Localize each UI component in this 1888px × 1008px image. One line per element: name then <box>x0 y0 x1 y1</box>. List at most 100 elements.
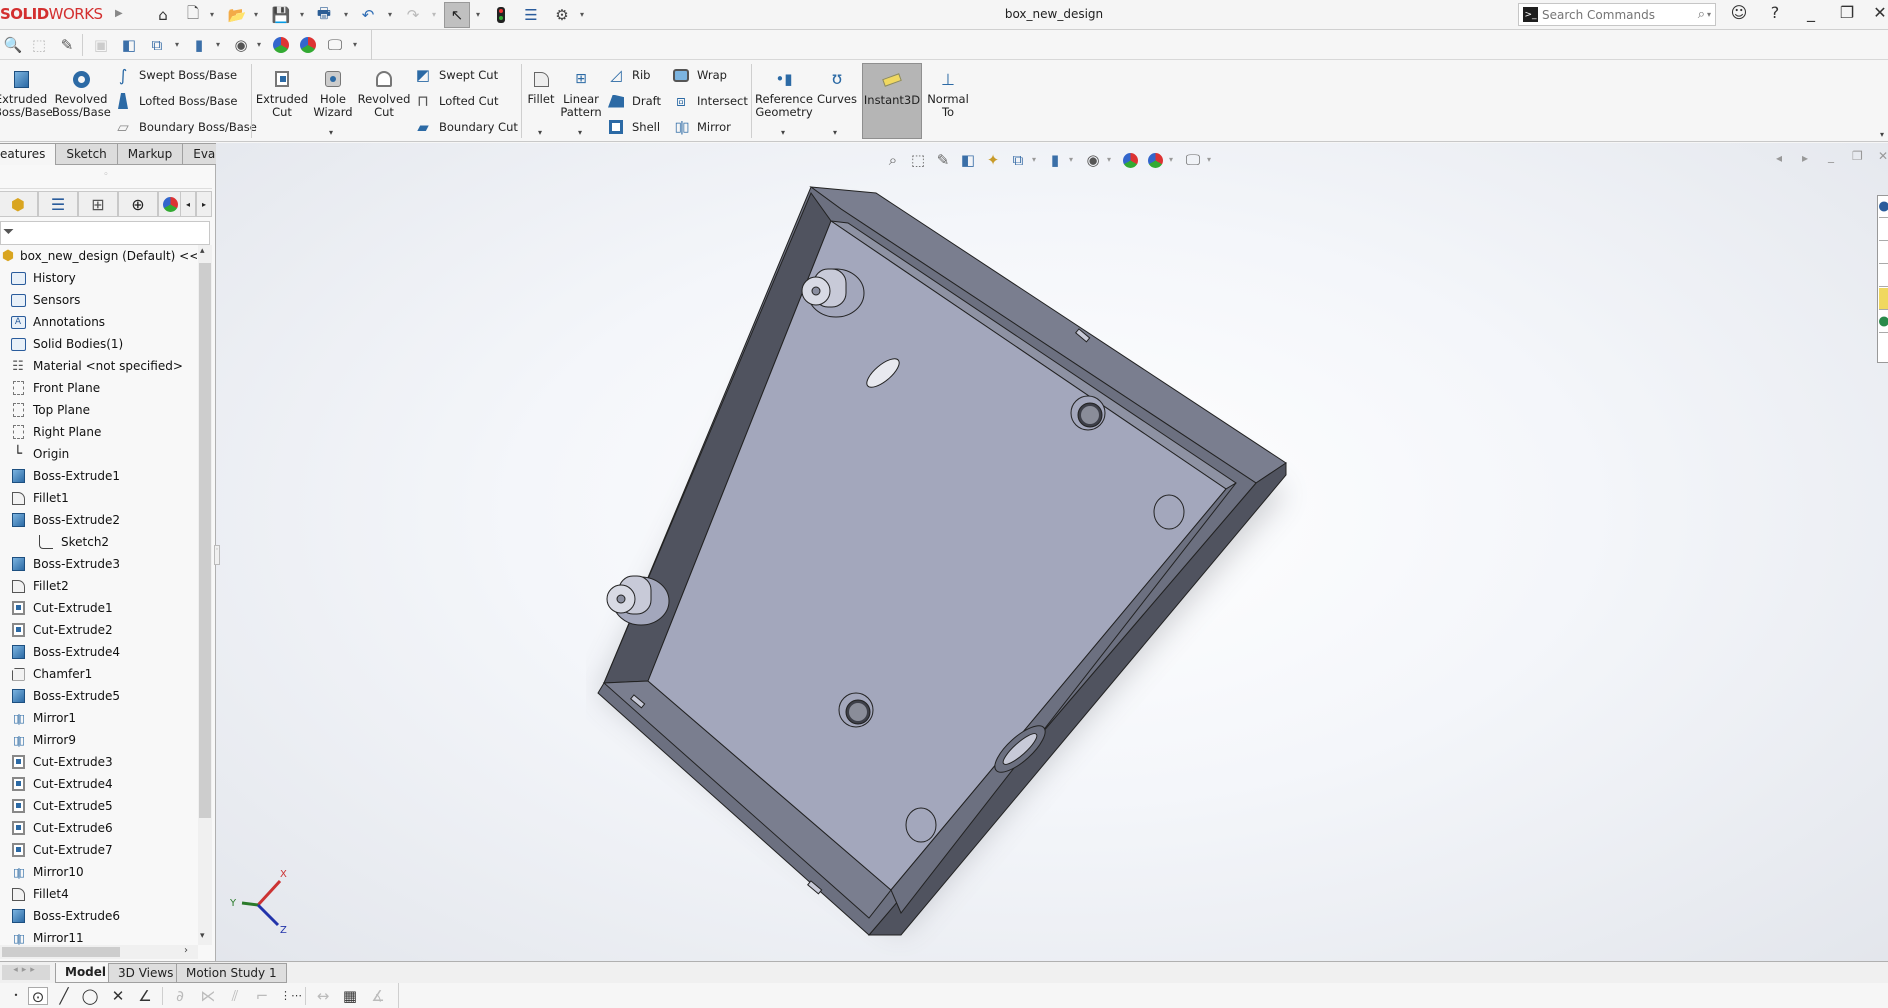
panel-collapse-handle[interactable]: ◦ <box>0 165 212 189</box>
tree-item[interactable]: Solid Bodies(1) <box>0 333 197 355</box>
view-settings-icon[interactable]: 🖵 <box>1182 149 1204 171</box>
mirror-button[interactable]: ▯|▯ Mirror <box>671 116 731 138</box>
tree-item[interactable]: └ Origin <box>0 443 197 465</box>
tree-item[interactable]: ▯|▯ Mirror10 <box>0 861 197 883</box>
scroll-down-arrow[interactable]: ▾ <box>200 931 205 941</box>
tree-item[interactable]: Front Plane <box>0 377 197 399</box>
curves-dropdown[interactable]: ▾ <box>833 128 837 137</box>
corner-rectangle-icon[interactable]: ⌐ <box>252 987 272 1005</box>
apply-scene-dropdown[interactable]: ▾ <box>1169 155 1173 164</box>
instant3d-button[interactable]: Instant3D <box>862 63 922 139</box>
display-manager-tab[interactable] <box>158 191 182 217</box>
apply-scene-icon[interactable] <box>1144 149 1166 171</box>
box-3d-model[interactable] <box>586 183 1526 983</box>
zoom-to-area-icon[interactable]: ⬚ <box>28 34 50 56</box>
mirror-entities-icon[interactable]: ⋉ <box>198 987 218 1005</box>
hide-show-items-icon[interactable]: ◉ <box>1082 149 1104 171</box>
tree-item[interactable]: Cut-Extrude3 <box>0 751 197 773</box>
tree-item[interactable]: Fillet2 <box>0 575 197 597</box>
section-view-icon[interactable]: ◧ <box>957 149 979 171</box>
fillet-button[interactable]: Fillet <box>524 68 558 106</box>
viewport-prev-icon[interactable]: ◂ <box>1776 151 1782 165</box>
tree-item[interactable]: Cut-Extrude5 <box>0 795 197 817</box>
shell-button[interactable]: Shell <box>606 116 660 138</box>
view-settings-dropdown[interactable]: ▾ <box>1207 155 1211 164</box>
revolved-cut-button[interactable]: Revolved Cut <box>357 68 411 119</box>
line-icon[interactable]: ╱ <box>54 987 74 1005</box>
tree-item[interactable]: Sketch2 <box>0 531 197 553</box>
viewport-next-icon[interactable]: ▸ <box>1802 151 1808 165</box>
tree-item[interactable]: Boss-Extrude5 <box>0 685 197 707</box>
tree-item[interactable]: Chamfer1 <box>0 663 197 685</box>
viewport-minimize-icon[interactable]: _ <box>1828 149 1834 163</box>
linear-pattern-dropdown[interactable]: ▾ <box>578 128 582 137</box>
zoom-to-area-icon[interactable]: ⬚ <box>907 149 929 171</box>
tab-model[interactable]: Model <box>55 963 117 983</box>
scroll-up-arrow[interactable]: ▴ <box>200 246 205 256</box>
fillet-dropdown[interactable]: ▾ <box>538 128 542 137</box>
search-commands-box[interactable]: >_ ⌕ ▾ <box>1518 3 1716 26</box>
apply-scene-icon[interactable] <box>297 34 319 56</box>
view-settings-icon[interactable]: 🖵 <box>324 34 346 56</box>
search-icon[interactable]: ⌕ <box>1698 7 1705 22</box>
hole-wizard-dropdown[interactable]: ▾ <box>329 128 333 137</box>
custom-properties-tab[interactable] <box>1879 311 1888 333</box>
section-view-disabled-icon[interactable]: ▣ <box>90 34 112 56</box>
hole-wizard-button[interactable]: Hole Wizard <box>308 68 358 119</box>
grid-icon[interactable]: ▦ <box>340 987 360 1005</box>
viewport-close-icon[interactable]: ✕ <box>1878 149 1888 163</box>
tree-item[interactable]: Cut-Extrude1 <box>0 597 197 619</box>
extruded-cut-button[interactable]: Extruded Cut <box>255 68 309 119</box>
tree-root-part[interactable]: ⬢ box_new_design (Default) <<Defau <box>0 245 197 267</box>
dynamic-annotation-icon[interactable]: ✦ <box>982 149 1004 171</box>
revolved-boss-base-button[interactable]: Revolved Boss/Base <box>52 68 111 119</box>
tree-item[interactable]: ▯|▯ Mirror1 <box>0 707 197 729</box>
horizontal-scroll-thumb[interactable] <box>2 947 120 957</box>
trim-icon[interactable]: ✕ <box>108 987 128 1005</box>
extruded-boss-base-button[interactable]: ExtrudedBoss/Base <box>0 68 53 119</box>
lofted-cut-button[interactable]: ⊓ Lofted Cut <box>413 90 498 112</box>
tab-sketch[interactable]: Sketch <box>56 143 118 165</box>
linear-pattern-sketch-icon[interactable]: ⫽ <box>225 987 245 1005</box>
tree-item[interactable]: Right Plane <box>0 421 197 443</box>
tree-item[interactable]: Cut-Extrude2 <box>0 619 197 641</box>
hide-show-items-icon[interactable]: ◉ <box>230 34 252 56</box>
offset-entities-icon[interactable]: ∂ <box>170 987 190 1005</box>
property-manager-tab[interactable]: ☰ <box>38 191 78 217</box>
display-style-dropdown[interactable]: ▾ <box>1069 155 1073 164</box>
panel-splitter-handle[interactable]: ◦ <box>214 545 220 565</box>
appearances-tab[interactable] <box>1879 288 1888 310</box>
solidworks-forum-tab[interactable] <box>1879 334 1888 356</box>
boundary-cut-button[interactable]: ▰ Boundary Cut <box>413 116 518 138</box>
wrap-button[interactable]: Wrap <box>671 64 727 86</box>
display-style-icon[interactable]: ▮ <box>188 34 210 56</box>
zoom-to-fit-icon[interactable]: ⌕ <box>882 149 904 171</box>
lofted-boss-base-button[interactable]: Lofted Boss/Base <box>113 90 237 112</box>
tree-item[interactable]: Top Plane <box>0 399 197 421</box>
swept-cut-button[interactable]: ◩ Swept Cut <box>413 64 498 86</box>
circle-icon[interactable]: ⊙ <box>28 987 48 1006</box>
tree-item[interactable]: Boss-Extrude2 <box>0 509 197 531</box>
minimize-button[interactable]: _ <box>1799 3 1823 27</box>
draft-button[interactable]: Draft <box>606 90 661 112</box>
hide-show-dropdown[interactable]: ▾ <box>1107 155 1111 164</box>
tab-navigation-arrows[interactable]: ◂▸▸ <box>2 965 50 980</box>
tree-item[interactable]: Boss-Extrude1 <box>0 465 197 487</box>
panel-tabs-scroll-right[interactable]: ▸ <box>196 191 212 217</box>
view-orientation-dropdown[interactable]: ▾ <box>1032 155 1036 164</box>
scroll-right-arrow[interactable]: › <box>184 945 188 956</box>
vertical-scroll-thumb[interactable] <box>199 263 211 818</box>
tab-3d-views[interactable]: 3D Views <box>108 963 184 983</box>
edit-appearance-icon[interactable] <box>1119 149 1141 171</box>
tree-item[interactable]: Fillet4 <box>0 883 197 905</box>
convert-entities-icon[interactable]: ∠ <box>135 987 155 1005</box>
reference-geometry-dropdown[interactable]: ▾ <box>781 128 785 137</box>
design-library-tab[interactable] <box>1879 219 1888 241</box>
viewport-restore-icon[interactable]: ❐ <box>1852 149 1863 163</box>
point-icon[interactable]: • <box>6 987 26 1005</box>
display-style-icon[interactable]: ▮ <box>1044 149 1066 171</box>
tree-item[interactable]: Boss-Extrude6 <box>0 905 197 927</box>
graphics-area[interactable]: ⌕ ⬚ ✎ ◧ ✦ ⧉ ▾ ▮ ▾ ◉ ▾ ▾ 🖵 ▾ ◂ ▸ _ ❐ ✕ X … <box>216 143 1888 961</box>
ribbon-overflow-arrow[interactable]: ▾ <box>1880 130 1884 139</box>
tree-item[interactable]: ▯|▯ Mirror11 <box>0 927 197 945</box>
